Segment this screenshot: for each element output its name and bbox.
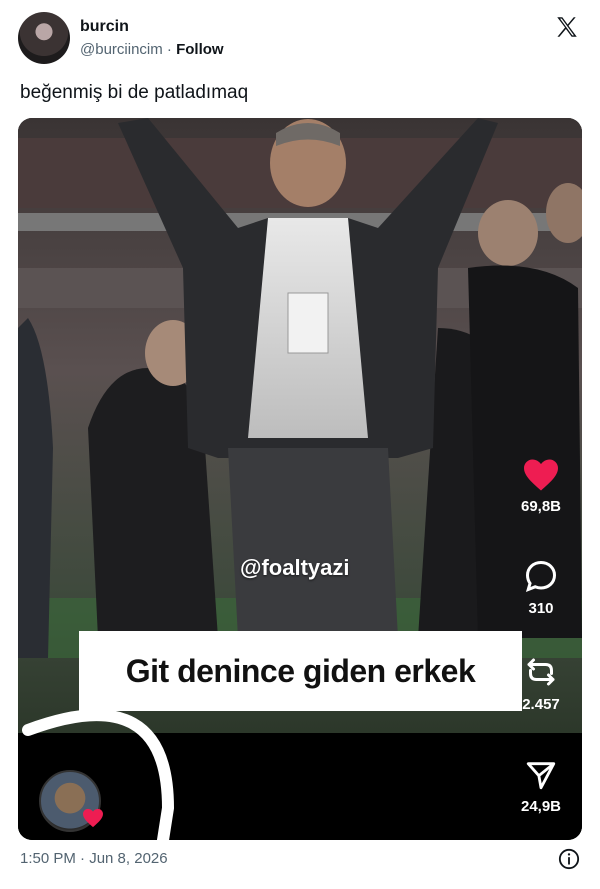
handle-separator: · [166, 41, 172, 58]
video-caption: Git denince giden erkek [125, 652, 476, 689]
tweet-timestamp[interactable]: 1:50 PM · Jun 8, 2026 [20, 850, 168, 867]
video-watermark: @foaltyazi [240, 555, 350, 580]
author-name[interactable]: burcin [80, 18, 129, 36]
share-action[interactable]: 24,9B [511, 758, 571, 815]
small-heart-icon [83, 808, 103, 828]
author-avatar[interactable] [18, 12, 70, 64]
x-logo-icon[interactable] [554, 14, 580, 40]
author-handle-row: @burciincim · Follow [80, 41, 224, 58]
like-action[interactable]: 69,8B [511, 458, 571, 515]
video-caption-box: Git denince giden erkek [79, 631, 522, 711]
video-media[interactable]: @foaltyazi Git denince giden erkek 69,8B… [18, 118, 582, 840]
follow-link[interactable]: Follow [176, 41, 224, 58]
tweet-text: beğenmiş bi de patladımaq [20, 82, 249, 103]
share-icon [526, 762, 556, 790]
share-count: 24,9B [520, 798, 562, 815]
repost-action[interactable]: 2.457 [511, 654, 571, 713]
info-icon[interactable] [558, 848, 580, 870]
repost-count: 2.457 [522, 696, 560, 713]
heart-icon [524, 459, 558, 491]
comment-icon [525, 560, 557, 593]
comment-count: 310 [528, 600, 554, 617]
repost-icon [527, 658, 555, 686]
author-handle[interactable]: @burciincim [80, 41, 163, 58]
comment-action[interactable]: 310 [511, 558, 571, 617]
video-frame [18, 118, 582, 840]
like-count: 69,8B [520, 498, 562, 515]
